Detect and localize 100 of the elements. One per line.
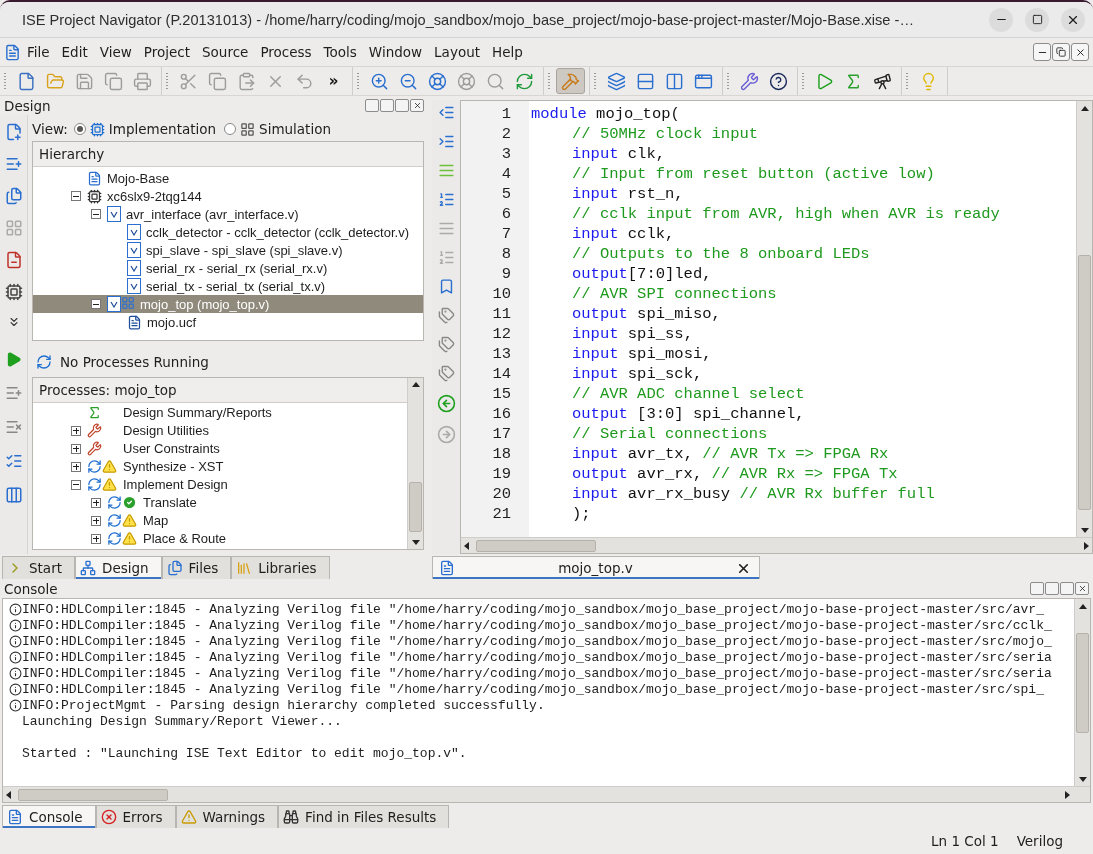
refresh-icon [87, 477, 102, 493]
cursor-position: Ln 1 Col 1 [931, 833, 999, 849]
collapse-toggle[interactable] [91, 299, 101, 309]
close-button[interactable] [410, 99, 424, 112]
collapse-toggle[interactable] [91, 209, 101, 219]
vertical-scrollbar[interactable] [1074, 599, 1090, 786]
tree-item[interactable]: Implement Design [33, 475, 407, 494]
float-button[interactable] [1030, 582, 1044, 595]
line-number: 9 [500, 264, 512, 284]
tree-item[interactable]: mojo.ucf [33, 313, 423, 331]
vertical-scrollbar[interactable] [407, 377, 423, 549]
restore-button[interactable] [395, 99, 409, 112]
editor-tab[interactable]: mojo_top.v [432, 556, 760, 579]
collapse-toggle[interactable] [71, 479, 81, 490]
tags-icon[interactable] [437, 365, 455, 382]
tile-vertical-icon [665, 71, 684, 91]
panel-tab[interactable]: Console [2, 805, 96, 828]
menu-item[interactable]: Project [137, 40, 196, 64]
menu-item[interactable]: Help [486, 40, 529, 64]
play-icon[interactable] [5, 350, 22, 368]
numbered-lines-icon[interactable] [437, 191, 455, 208]
panel-tab[interactable]: Design [75, 556, 162, 579]
tree-item[interactable]: User Constraints [33, 439, 407, 458]
play-icon [815, 71, 834, 91]
view-radio[interactable]: Simulation [222, 121, 333, 137]
verilog-file-icon [127, 260, 141, 276]
expand-toggle[interactable] [71, 425, 81, 436]
horizontal-scrollbar[interactable] [461, 537, 1092, 553]
line-number: 20 [491, 484, 512, 504]
chip-icon[interactable] [4, 283, 23, 301]
minimize-button[interactable] [1033, 43, 1051, 61]
code-line: // 50MHz clock input [571, 124, 760, 144]
panel-tab[interactable]: Find in Files Results [278, 805, 450, 828]
restore-button[interactable] [1060, 582, 1074, 595]
more-tools-button[interactable]: » [319, 68, 348, 94]
console-line: Started : "Launching ISE Text Editor to edit mojo_top.v". [22, 745, 467, 761]
line-number: 1 [500, 104, 512, 124]
menu-item[interactable]: Tools [317, 40, 363, 64]
warning-icon [180, 809, 197, 825]
console-line: INFO:ProjectMgmt - Parsing design hierarchy completed successfully. [22, 697, 545, 713]
menu-item[interactable]: Window [362, 40, 429, 64]
expand-toggle[interactable] [71, 461, 81, 472]
menu-item[interactable]: View [93, 40, 138, 64]
remove-source-icon[interactable] [4, 251, 23, 269]
new-source-icon[interactable] [4, 123, 23, 141]
view-radio[interactable]: Implementation [71, 121, 219, 137]
tree-item[interactable]: Translate [33, 493, 407, 512]
tree-item[interactable]: Mojo-Base [33, 169, 423, 187]
tree-item[interactable]: cclk_detector - cclk_detector (cclk_detector.v) [33, 223, 423, 241]
line-number: 18 [491, 444, 512, 464]
menu-item[interactable]: Process [254, 40, 318, 64]
panel-title: Console [4, 580, 58, 597]
tree-item[interactable]: Synthesize - XST [33, 457, 407, 476]
panel-tab[interactable]: Errors [95, 805, 176, 828]
tree-item[interactable]: serial_rx - serial_rx (serial_rx.v) [33, 259, 423, 277]
panel-tab[interactable]: Start [2, 556, 75, 579]
close-button[interactable] [1071, 43, 1089, 61]
tree-item[interactable]: Place & Route [33, 529, 407, 548]
close-button[interactable] [1075, 582, 1089, 595]
refresh-icon [107, 531, 122, 547]
tree-item[interactable]: xc6slx9-2tqg144 [33, 187, 423, 205]
expand-toggle[interactable] [91, 533, 101, 544]
maximize-button[interactable] [1025, 7, 1049, 32]
search-icon [486, 71, 505, 91]
tree-item[interactable]: spi_slave - spi_slave (spi_slave.v) [33, 241, 423, 259]
columns-icon[interactable] [4, 485, 23, 504]
close-button[interactable] [1061, 7, 1085, 32]
expand-toggle[interactable] [91, 515, 101, 526]
float-button[interactable] [365, 99, 379, 112]
expand-toggle[interactable] [91, 497, 101, 508]
restore-button[interactable] [1052, 43, 1070, 61]
telescope-icon [873, 71, 892, 91]
horizontal-scrollbar[interactable] [3, 786, 1090, 802]
tree-item[interactable]: avr_interface (avr_interface.v) [33, 205, 423, 223]
add-source-icon[interactable] [4, 155, 23, 173]
tags-icon[interactable] [437, 307, 455, 324]
menu-item[interactable]: Source [196, 40, 255, 64]
tree-item[interactable]: Design Utilities [33, 421, 407, 440]
add-copy-icon[interactable] [4, 187, 23, 205]
help-icon [769, 71, 788, 91]
indent-decrease-icon[interactable] [437, 104, 455, 121]
panel-tab[interactable]: Files [161, 556, 232, 579]
tree-item[interactable]: Design Summary/Reports [33, 403, 407, 422]
panel-tab[interactable]: Warnings [175, 805, 279, 828]
code-line: input avr_tx, // AVR Tx => FPGA Rx [571, 444, 890, 464]
line-number: 16 [491, 404, 512, 424]
menu-item[interactable]: File [21, 40, 56, 64]
menu-item[interactable]: Edit [55, 40, 94, 64]
collapse-toggle[interactable] [71, 191, 81, 201]
tree-item[interactable]: Map [33, 511, 407, 530]
code-line: input spi_ss, [571, 324, 694, 344]
panel-tab[interactable]: Libraries [231, 556, 330, 579]
menu-item[interactable]: Layout [428, 40, 486, 64]
tags-icon[interactable] [437, 336, 455, 353]
tree-item[interactable]: serial_tx - serial_tx (serial_tx.v) [33, 277, 423, 295]
ring-icon [428, 71, 447, 91]
indent-increase-icon[interactable] [437, 133, 455, 150]
vertical-scrollbar[interactable] [1076, 101, 1092, 537]
expand-toggle[interactable] [71, 443, 81, 454]
hammer-button[interactable] [556, 68, 585, 94]
